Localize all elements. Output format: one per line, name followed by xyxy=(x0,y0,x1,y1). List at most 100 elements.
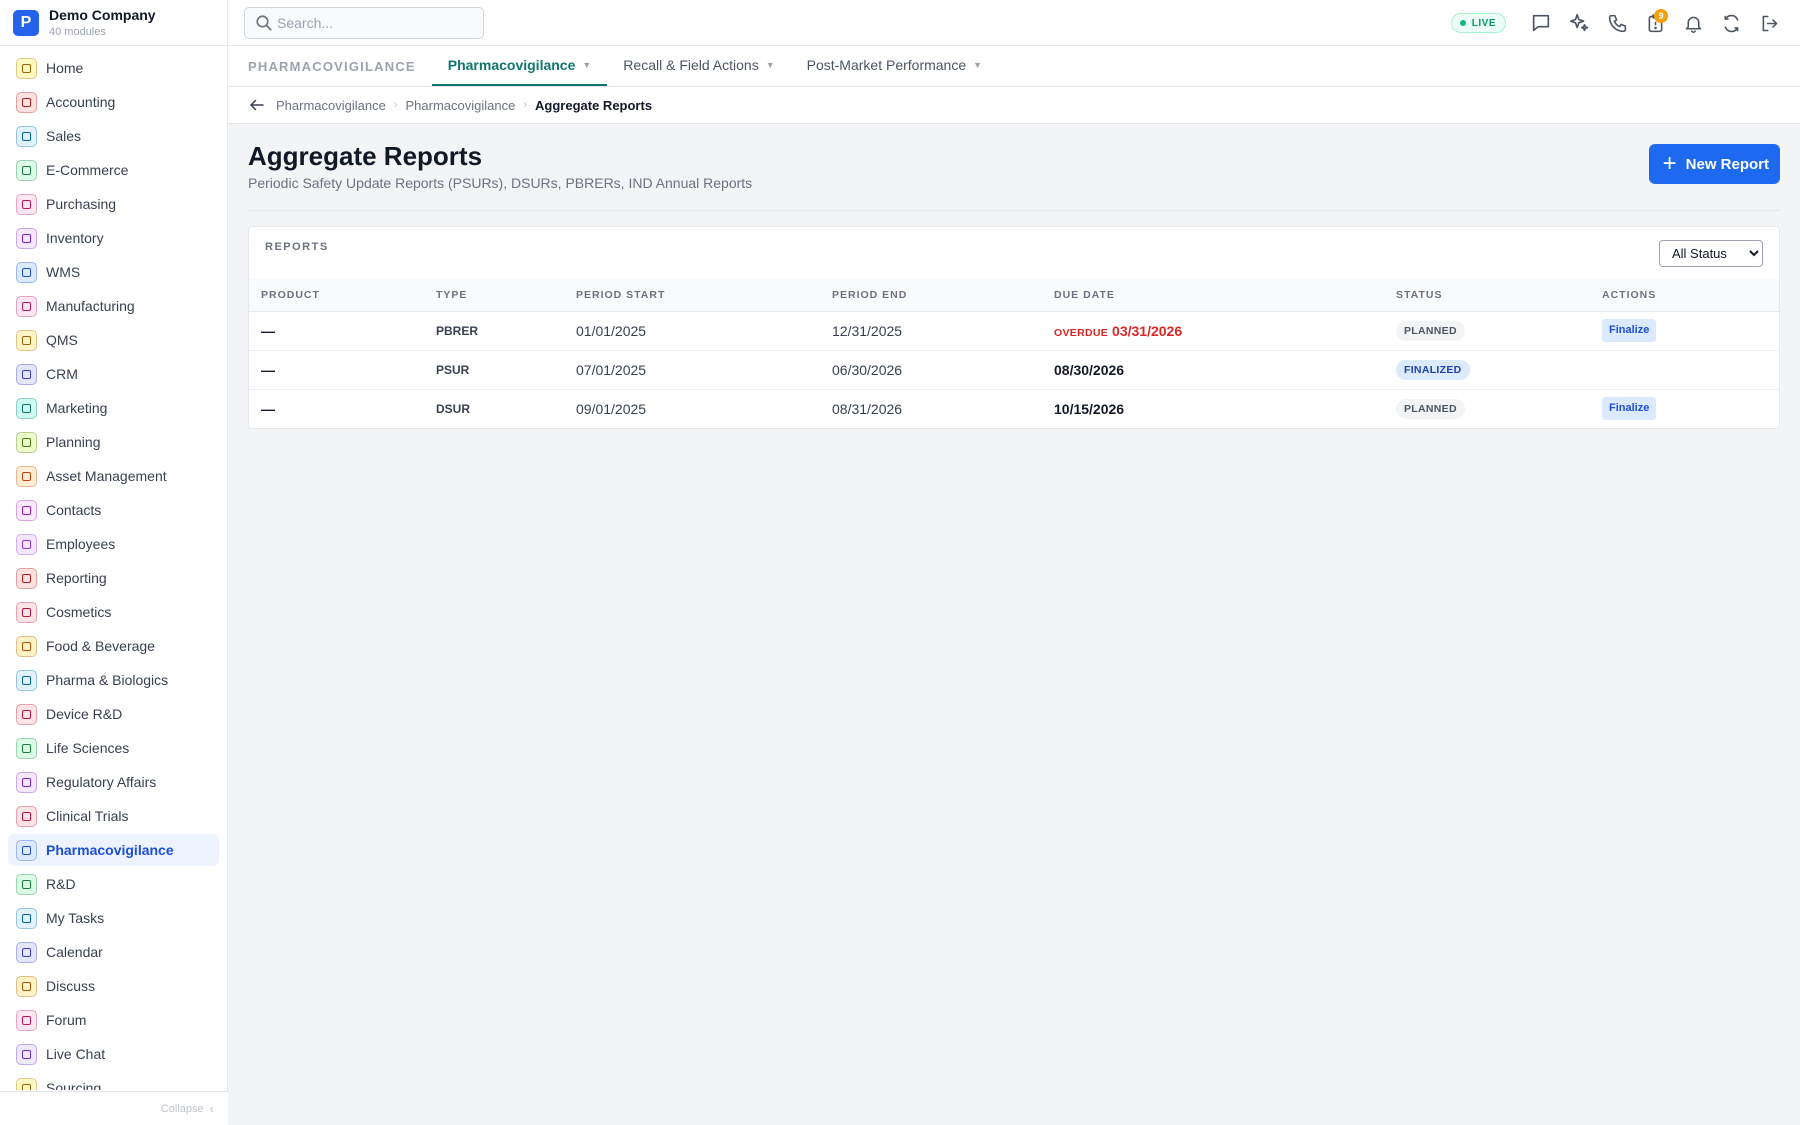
clipboard-plus-icon xyxy=(16,805,37,827)
sidebar-item-my-tasks[interactable]: My Tasks xyxy=(8,902,219,934)
type-cell: DSUR xyxy=(436,401,471,416)
column-header-product[interactable]: PRODUCT xyxy=(249,279,424,312)
microscope-icon xyxy=(16,737,37,759)
sales-icon xyxy=(16,125,37,147)
sidebar-item-home[interactable]: Home xyxy=(8,52,219,84)
page-subtitle: Periodic Safety Update Reports (PSURs), … xyxy=(248,175,753,191)
sidebar-item-randd[interactable]: R&D xyxy=(8,868,219,900)
table-row[interactable]: — PBRER 01/01/2025 12/31/2025 OVERDUE 03/… xyxy=(249,311,1779,350)
clipboard-icon xyxy=(16,431,37,453)
sidebar-item-label: Planning xyxy=(46,434,101,450)
flask-icon xyxy=(16,873,37,895)
sidebar-item-accounting[interactable]: Accounting xyxy=(8,86,219,118)
sidebar-item-employees[interactable]: Employees xyxy=(8,528,219,560)
top-bar: LIVE 9 xyxy=(228,0,1800,46)
column-header-due-date[interactable]: DUE DATE xyxy=(1042,279,1384,312)
sidebar-item-contacts[interactable]: Contacts xyxy=(8,494,219,526)
sidebar-item-regulatory-affairs[interactable]: Regulatory Affairs xyxy=(8,766,219,798)
chat-icon xyxy=(16,975,37,997)
ai-assistant-button[interactable] xyxy=(1560,4,1598,42)
logout-icon xyxy=(1762,15,1777,31)
sidebar-item-purchasing[interactable]: Purchasing xyxy=(8,188,219,220)
sidebar-item-crm[interactable]: CRM xyxy=(8,358,219,390)
sidebar-item-pharma-and-biologics[interactable]: Pharma & Biologics xyxy=(8,664,219,696)
sidebar-item-marketing[interactable]: Marketing xyxy=(8,392,219,424)
brand-header[interactable]: P Demo Company 40 modules xyxy=(0,0,227,46)
back-button[interactable] xyxy=(246,94,268,116)
tab-label: Post-Market Performance xyxy=(806,57,967,73)
forum-icon xyxy=(16,1009,37,1031)
page-header: Aggregate Reports Periodic Safety Update… xyxy=(248,124,1780,211)
period-end-cell: 06/30/2026 xyxy=(832,361,903,378)
sparkles-icon xyxy=(1569,13,1589,32)
column-header-period-end[interactable]: PERIOD END xyxy=(820,279,1042,312)
sidebar-item-live-chat[interactable]: Live Chat xyxy=(8,1038,219,1070)
table-row[interactable]: — DSUR 09/01/2025 08/31/2026 10/15/2026 … xyxy=(249,389,1779,428)
phone-button[interactable] xyxy=(1598,4,1636,42)
type-cell: PBRER xyxy=(436,323,479,338)
sidebar-item-label: Calendar xyxy=(46,944,103,960)
box-icon xyxy=(16,227,37,249)
due-date-cell: 08/30/2026 xyxy=(1042,350,1384,389)
sidebar-item-wms[interactable]: WMS xyxy=(8,256,219,288)
search-input[interactable] xyxy=(277,15,467,31)
breadcrumb-section[interactable]: Pharmacovigilance xyxy=(406,98,516,113)
tasks-alert-button[interactable]: 9 xyxy=(1636,4,1674,42)
tab-label: Recall & Field Actions xyxy=(623,57,759,73)
sidebar-item-calendar[interactable]: Calendar xyxy=(8,936,219,968)
sidebar-item-label: Device R&D xyxy=(46,706,123,722)
users-icon xyxy=(16,363,37,385)
sidebar-item-e-commerce[interactable]: E-Commerce xyxy=(8,154,219,186)
module-tabs: PHARMACOVIGILANCE Pharmacovigilance ▼ Rec… xyxy=(228,46,1800,87)
sidebar-item-inventory[interactable]: Inventory xyxy=(8,222,219,254)
sidebar-item-asset-management[interactable]: Asset Management xyxy=(8,460,219,492)
finalize-button[interactable]: Finalize xyxy=(1602,319,1657,342)
sidebar-item-label: Employees xyxy=(46,536,116,552)
search-box[interactable] xyxy=(244,7,484,39)
sidebar-item-sales[interactable]: Sales xyxy=(8,120,219,152)
sidebar-item-discuss[interactable]: Discuss xyxy=(8,970,219,1002)
sidebar-item-device-randd[interactable]: Device R&D xyxy=(8,698,219,730)
column-header-status[interactable]: STATUS xyxy=(1384,279,1590,312)
notifications-button[interactable] xyxy=(1674,4,1712,42)
checklist-icon xyxy=(16,907,37,929)
actions-cell: Finalize xyxy=(1590,389,1779,428)
sidebar-item-cosmetics[interactable]: Cosmetics xyxy=(8,596,219,628)
sidebar-item-label: Sourcing xyxy=(46,1080,102,1090)
sidebar-item-sourcing[interactable]: Sourcing xyxy=(8,1072,219,1090)
sidebar-item-label: Contacts xyxy=(46,502,102,518)
product-cell: — xyxy=(261,361,275,378)
sidebar-item-planning[interactable]: Planning xyxy=(8,426,219,458)
tab-pharmacovigilance[interactable]: Pharmacovigilance ▼ xyxy=(431,46,608,86)
sidebar-item-life-sciences[interactable]: Life Sciences xyxy=(8,732,219,764)
column-header-period-start[interactable]: PERIOD START xyxy=(564,279,820,312)
sidebar-item-clinical-trials[interactable]: Clinical Trials xyxy=(8,800,219,832)
column-header-type[interactable]: TYPE xyxy=(424,279,564,312)
sidebar-item-forum[interactable]: Forum xyxy=(8,1004,219,1036)
sidebar-item-label: Clinical Trials xyxy=(46,808,129,824)
tab-post-market-performance[interactable]: Post-Market Performance ▼ xyxy=(791,46,998,86)
status-badge: PLANNED xyxy=(1396,398,1465,419)
sidebar-item-food-and-beverage[interactable]: Food & Beverage xyxy=(8,630,219,662)
type-cell: PSUR xyxy=(436,362,470,377)
status-badge: PLANNED xyxy=(1396,320,1465,341)
logout-button[interactable] xyxy=(1750,4,1788,42)
breadcrumb-separator: › xyxy=(393,99,398,111)
collapse-label: Collapse xyxy=(160,1102,204,1115)
breadcrumb-module[interactable]: Pharmacovigilance xyxy=(276,98,386,113)
messages-button[interactable] xyxy=(1522,4,1560,42)
tab-recall-field-actions[interactable]: Recall & Field Actions ▼ xyxy=(607,46,790,86)
overdue-tag: OVERDUE xyxy=(1054,326,1109,339)
collapse-button[interactable]: Collapse ‹ xyxy=(0,1091,228,1125)
sidebar-item-label: Pharmacovigilance xyxy=(46,842,174,858)
sidebar-item-reporting[interactable]: Reporting xyxy=(8,562,219,594)
status-filter-select[interactable]: All Status xyxy=(1659,240,1763,267)
sidebar-item-qms[interactable]: QMS xyxy=(8,324,219,356)
sync-button[interactable] xyxy=(1712,4,1750,42)
finalize-button[interactable]: Finalize xyxy=(1602,397,1657,421)
sidebar-item-pharmacovigilance[interactable]: Pharmacovigilance xyxy=(8,834,219,866)
table-row[interactable]: — PSUR 07/01/2025 06/30/2026 08/30/2026 … xyxy=(249,350,1779,389)
sidebar-item-manufacturing[interactable]: Manufacturing xyxy=(8,290,219,322)
new-report-button[interactable]: + New Report xyxy=(1648,144,1780,184)
device-icon xyxy=(16,703,37,725)
